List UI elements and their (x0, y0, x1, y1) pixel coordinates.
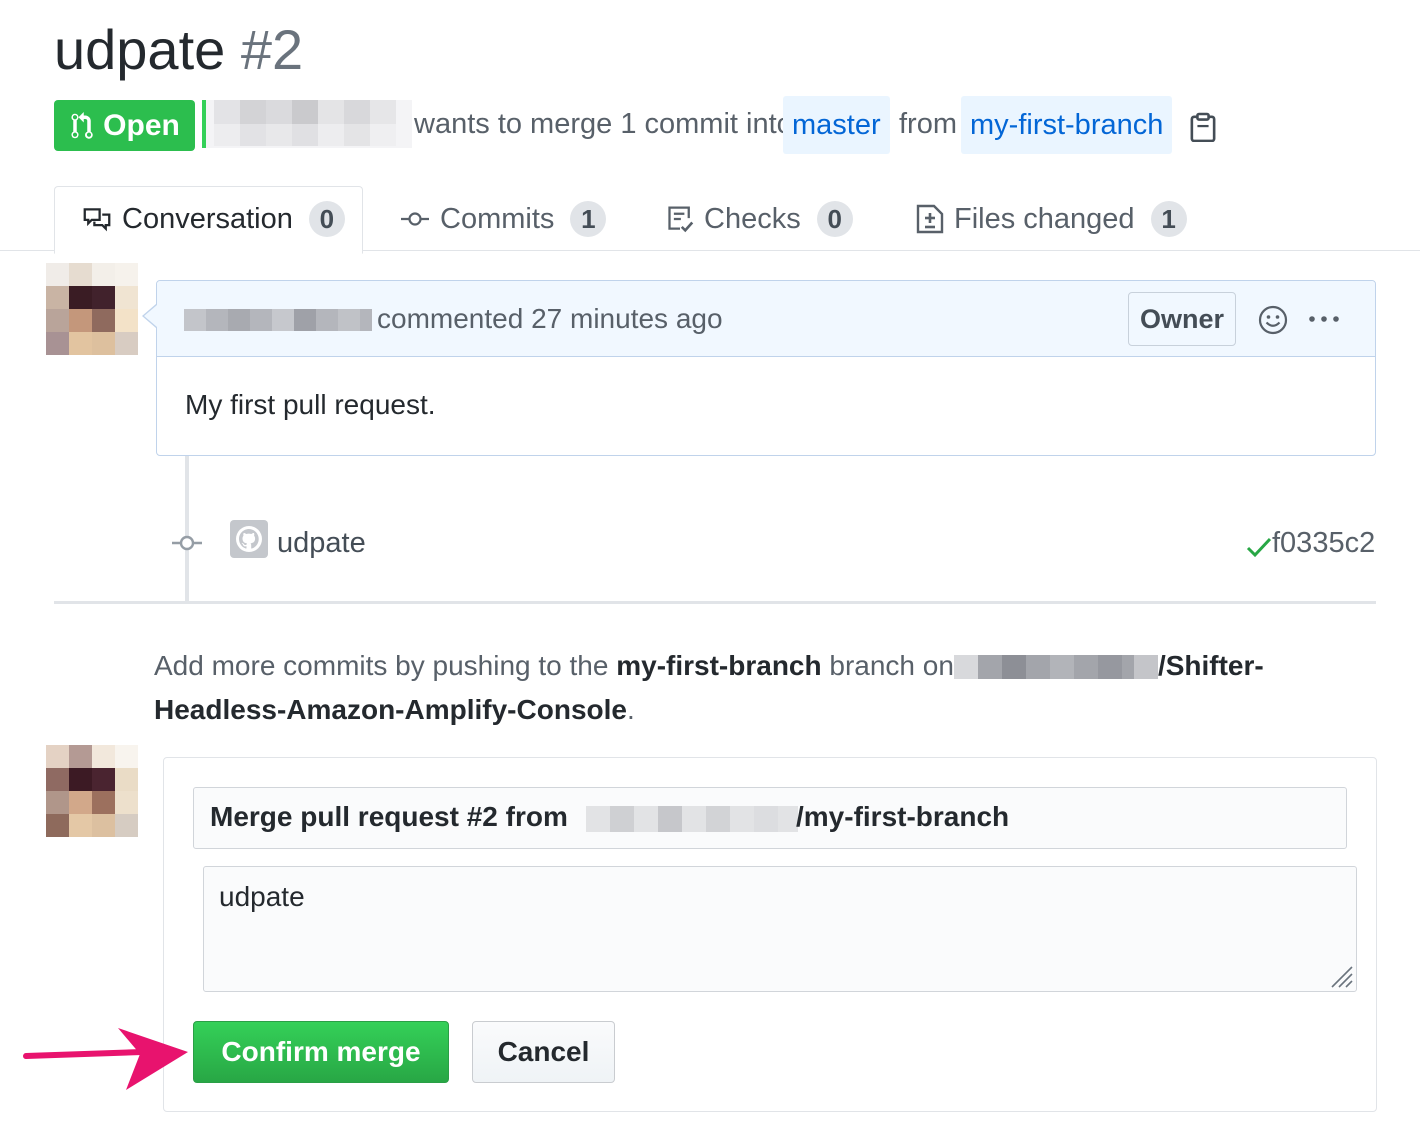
redacted-owner-image (586, 806, 798, 832)
comment-time[interactable]: 27 minutes ago (531, 303, 722, 334)
merge-message-text: udpate (219, 881, 305, 912)
tab-counter: 1 (570, 201, 607, 237)
comment-body: My first pull request. (185, 389, 436, 420)
diff-icon (916, 204, 944, 234)
pr-state-label: Open (103, 108, 180, 142)
redacted-owner-image (953, 655, 1158, 679)
head-branch-link[interactable]: my-first-branch (961, 96, 1173, 154)
comment-box: commented 27 minutes ago Owner My first … (156, 280, 1376, 456)
annotation-arrow-icon (23, 1028, 188, 1090)
tab-counter: 0 (308, 201, 345, 237)
merge-message-textarea[interactable]: udpate (203, 866, 1357, 992)
tab-counter: 0 (816, 201, 853, 237)
pr-number: #2 (240, 18, 304, 81)
confirm-merge-button[interactable]: Confirm merge (193, 1021, 449, 1083)
tab-conversation[interactable]: Conversation 0 (82, 186, 345, 252)
hint-prefix: Add more commits by pushing to the (154, 650, 609, 681)
tab-checks[interactable]: Checks 0 (666, 186, 853, 252)
cancel-button[interactable]: Cancel (472, 1021, 615, 1083)
tab-counter: 1 (1150, 201, 1187, 237)
hint-middle: branch on (829, 650, 954, 681)
check-icon[interactable] (1246, 536, 1272, 558)
kebab-menu-icon[interactable] (1308, 314, 1340, 324)
base-branch-link[interactable]: master (783, 96, 890, 154)
pr-state-badge: Open (54, 100, 195, 151)
avatar[interactable] (46, 263, 138, 355)
github-avatar-icon[interactable] (230, 520, 268, 558)
author-redacted[interactable] (202, 100, 412, 148)
pr-title-text: udpate (54, 18, 226, 81)
merge-title-input[interactable]: Merge pull request #2 from /my-first-bra… (193, 787, 1347, 849)
hint-repo-part2[interactable]: Headless-Amazon-Amplify-Console (154, 694, 627, 725)
merge-title-suffix: /my-first-branch (796, 801, 1010, 832)
avatar[interactable] (46, 745, 138, 837)
clipboard-icon[interactable] (1190, 112, 1216, 142)
tab-files-changed[interactable]: Files changed 1 (916, 186, 1187, 252)
tab-label: Files changed (954, 202, 1135, 235)
tab-commits[interactable]: Commits 1 (400, 186, 607, 252)
hint-suffix: . (626, 694, 635, 725)
redacted-username-image (184, 309, 372, 331)
resize-handle-icon[interactable] (1328, 963, 1354, 989)
merge-title-prefix: Merge pull request #2 from (210, 801, 568, 832)
comment-meta: commented 27 minutes ago (377, 303, 723, 335)
hint-repo-part1[interactable]: /Shifter- (1158, 650, 1264, 681)
tab-label: Conversation (122, 202, 293, 235)
pr-title: udpate #2 (54, 18, 303, 82)
commit-node-icon (172, 535, 202, 551)
commit-icon (401, 212, 429, 226)
conversation-icon (83, 208, 111, 232)
commit-message-link[interactable]: udpate (277, 527, 366, 560)
redacted-username-image (206, 100, 412, 148)
push-hint: Add more commits by pushing to the my-fi… (154, 644, 1354, 732)
timeline-divider (54, 601, 1376, 604)
owner-badge: Owner (1128, 292, 1236, 346)
hint-branch: my-first-branch (616, 650, 822, 681)
tab-label: Commits (440, 202, 555, 235)
smiley-icon[interactable] (1258, 305, 1288, 335)
comment-pointer-fill (144, 305, 157, 327)
checklist-icon (668, 206, 694, 233)
timeline-line (185, 456, 189, 602)
comment-header: commented 27 minutes ago Owner (157, 281, 1375, 357)
from-text: from (899, 108, 957, 140)
git-pull-request-icon (71, 111, 93, 139)
comment-action: commented (377, 303, 524, 334)
tab-label: Checks (704, 202, 801, 235)
commit-sha-link[interactable]: f0335c2 (1272, 527, 1375, 560)
pr-meta-text: wants to merge 1 commit into (414, 108, 793, 140)
